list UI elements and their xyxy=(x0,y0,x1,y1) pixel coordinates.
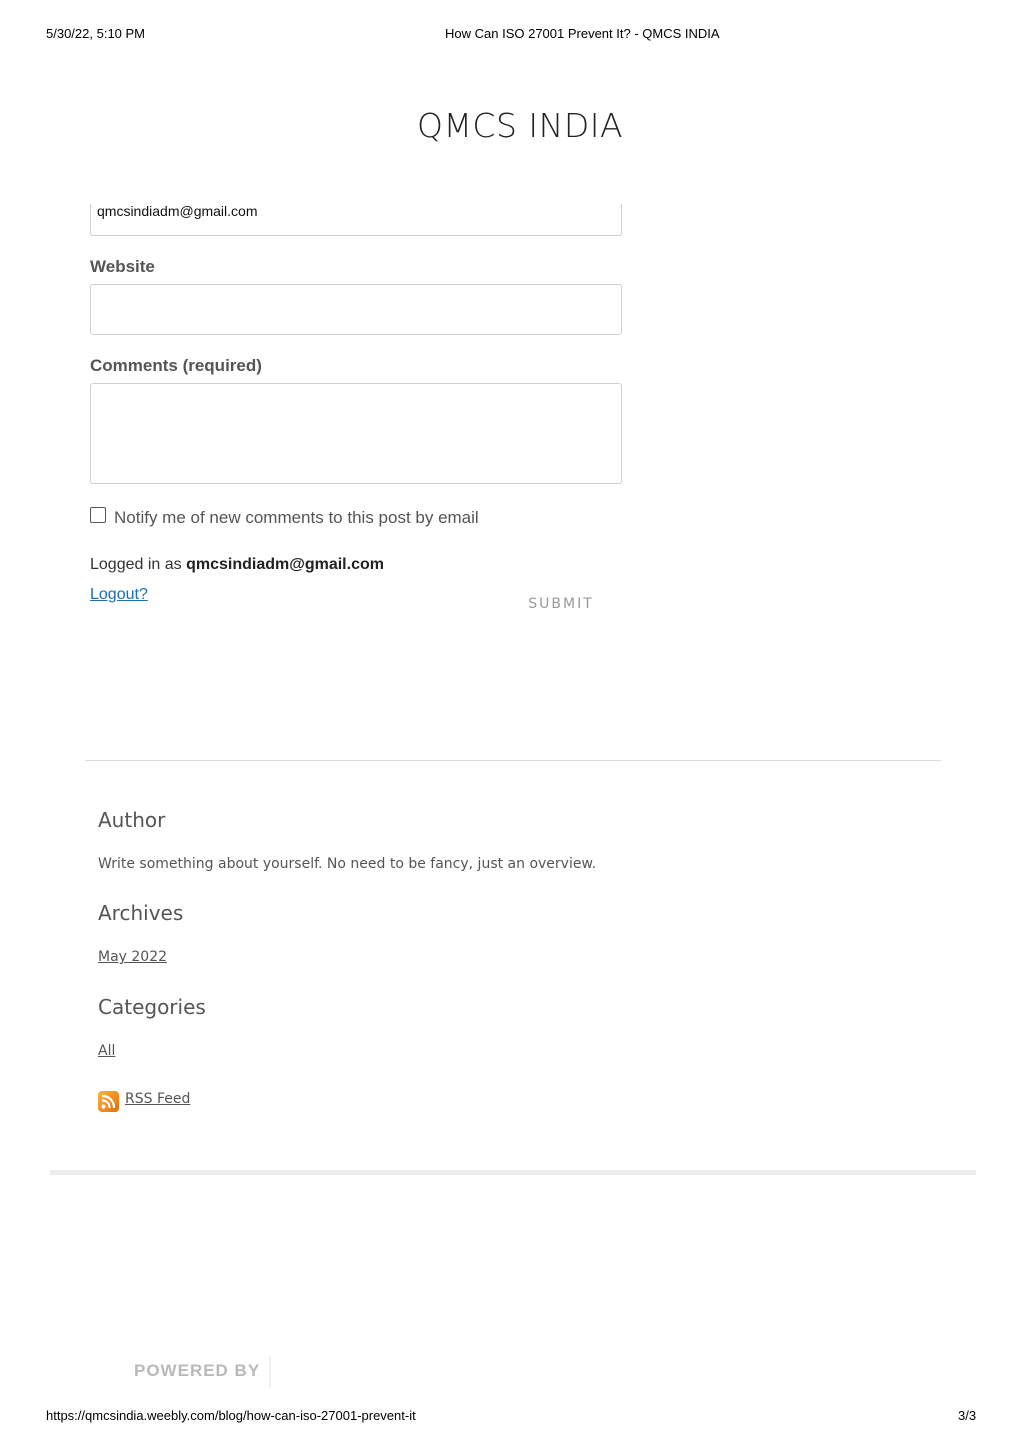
email-field[interactable]: qmcsindiadm@gmail.com xyxy=(90,204,622,236)
content-divider xyxy=(85,760,941,761)
logged-in-user: qmcsindiadm@gmail.com xyxy=(186,556,384,573)
site-title[interactable]: QMCS INDIA xyxy=(0,106,1024,145)
logged-in-prefix: Logged in as xyxy=(90,556,182,573)
author-heading: Author xyxy=(98,808,166,832)
website-label: Website xyxy=(90,257,155,276)
print-url: https://qmcsindia.weebly.com/blog/how-ca… xyxy=(46,1408,416,1423)
logout-link[interactable]: Logout? xyxy=(90,586,148,604)
rss-glyph xyxy=(101,1094,116,1109)
comments-label: Comments (required) xyxy=(90,356,262,375)
notify-checkbox[interactable] xyxy=(90,507,106,523)
print-page-number: 3/3 xyxy=(958,1408,977,1423)
submit-button[interactable]: SUBMIT xyxy=(520,596,602,618)
rss-icon[interactable] xyxy=(98,1091,119,1112)
categories-heading: Categories xyxy=(98,995,206,1019)
rss-feed-link[interactable]: RSS Feed xyxy=(125,1091,190,1107)
print-datetime: 5/30/22, 5:10 PM xyxy=(46,26,146,41)
author-text: Write something about yourself. No need … xyxy=(98,856,597,872)
comments-field[interactable] xyxy=(90,383,622,484)
print-page-title: How Can ISO 27001 Prevent It? - QMCS IND… xyxy=(445,26,720,41)
powered-by-label[interactable]: POWERED BY xyxy=(134,1361,260,1381)
footer-divider xyxy=(50,1170,976,1175)
notify-label[interactable]: Notify me of new comments to this post b… xyxy=(114,508,479,528)
archives-heading: Archives xyxy=(98,901,184,925)
archive-link-may-2022[interactable]: May 2022 xyxy=(98,949,167,965)
logged-in-status: Logged in as qmcsindiadm@gmail.com xyxy=(90,556,384,574)
powered-by-separator xyxy=(269,1356,271,1388)
category-link-all[interactable]: All xyxy=(98,1043,115,1059)
website-field[interactable] xyxy=(90,284,622,335)
